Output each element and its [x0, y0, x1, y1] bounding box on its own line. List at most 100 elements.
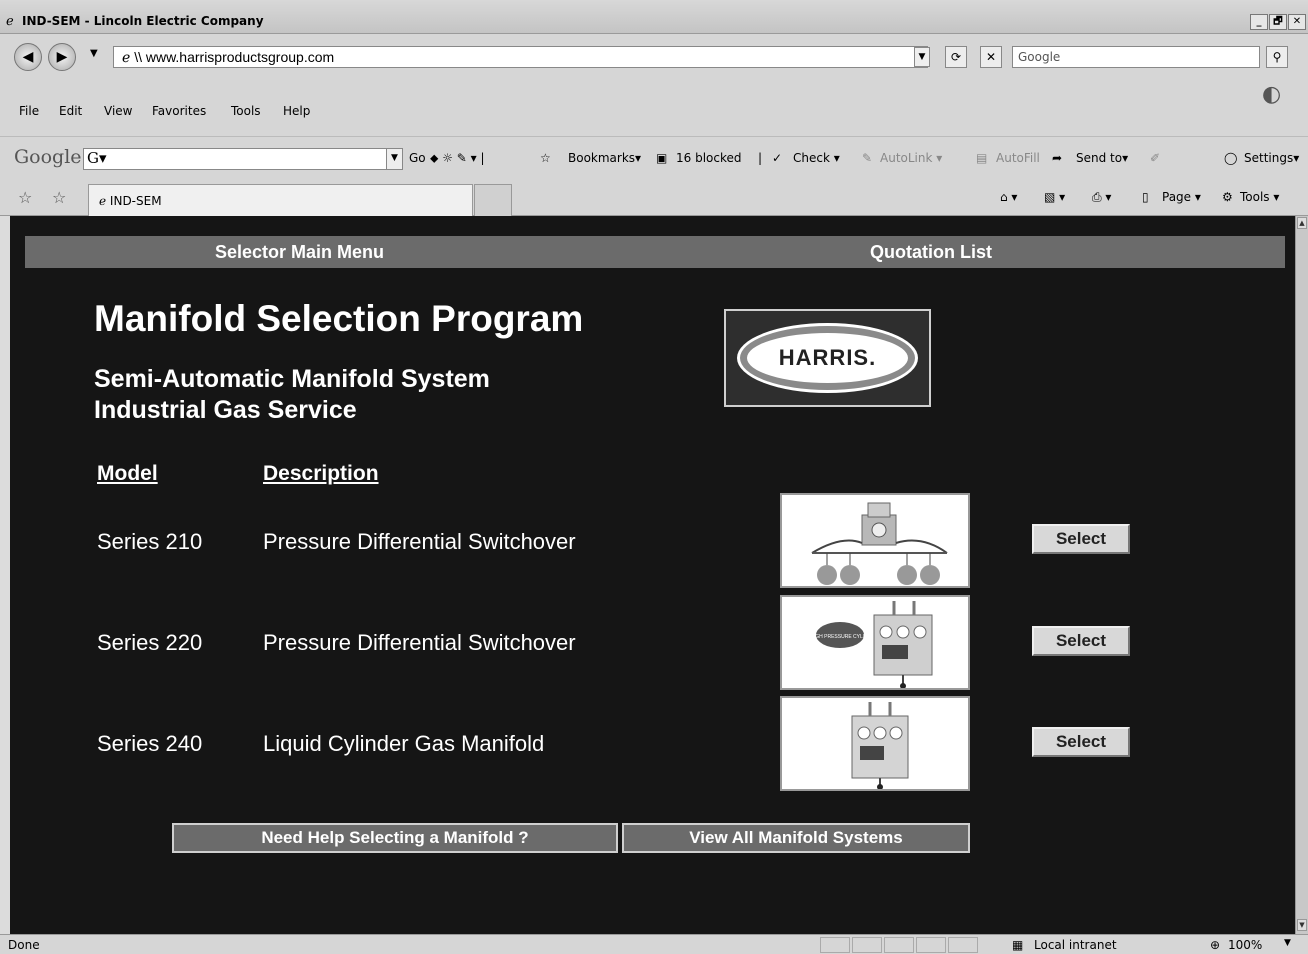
title-bar: ℯ IND-SEM - Lincoln Electric Company _ 🗗… [0, 0, 1308, 34]
series-220-drawing: FOR HIGH PRESSURE CYLINDERS [798, 601, 933, 688]
popup-blocker-icon: ▣ [656, 151, 668, 165]
translate-icon[interactable]: ◐ [1262, 82, 1281, 107]
favorites-star-icon[interactable]: ☆ [18, 188, 32, 207]
url-text: \\ www.harrisproductsgroup.com [134, 49, 335, 65]
google-toolbar: Google G▾ ▼ Go ⬥ ☼ ✎ ▾ | ☆ Bookmarks▾ ▣ … [0, 136, 1308, 180]
status-bar: Done ▦ Local intranet ⊕ 100% ▼ [0, 934, 1308, 954]
settings-icon: ◯ [1224, 151, 1238, 165]
menu-help[interactable]: Help [283, 104, 310, 118]
row-3-model: Series 240 [97, 731, 203, 756]
selector-main-menu-link[interactable]: Selector Main Menu [215, 242, 384, 263]
page-menu[interactable]: Page ▾ [1162, 190, 1201, 204]
address-bar: ◀ ▶ ▼ ℯ \\ www.harrisproductsgroup.com ▼… [0, 34, 1308, 78]
series-220-thumb-label: FOR HIGH PRESSURE CYLINDERS [798, 634, 882, 640]
column-header-model: Model [97, 462, 158, 485]
stop-icon[interactable]: ✕ [980, 46, 1002, 68]
page-title: Manifold Selection Program [94, 298, 584, 339]
view-all-manifolds-button[interactable]: View All Manifold Systems [622, 823, 970, 853]
google-search-dropdown-icon[interactable]: ▼ [386, 149, 402, 169]
tab-page-icon: ℯ [99, 194, 110, 208]
feeds-icon[interactable]: ▧ ▾ [1044, 190, 1065, 204]
select-button-series-220[interactable]: Select [1032, 626, 1130, 656]
google-search-prefix: G▾ [87, 149, 107, 167]
menu-tools[interactable]: Tools [231, 104, 261, 118]
history-dropdown-icon[interactable]: ▼ [90, 48, 98, 59]
quotation-list-link[interactable]: Quotation List [870, 242, 992, 263]
series-210-image [780, 493, 970, 588]
autofill-button[interactable]: AutoFill [996, 151, 1040, 165]
zoom-dropdown-icon[interactable]: ▼ [1284, 938, 1291, 948]
forward-button[interactable]: ▶ [48, 43, 76, 71]
status-text: Done [8, 938, 40, 952]
pencil-icon[interactable]: ✐ [1150, 151, 1160, 165]
popup-blocked-count[interactable]: 16 blocked [676, 151, 742, 165]
menu-bar: File Edit View Favorites Tools Help ◐ [0, 78, 1308, 136]
page-subtitle: Semi-Automatic Manifold System Industria… [94, 364, 490, 426]
column-header-description: Description [263, 462, 379, 485]
harris-logo: HARRIS. [724, 309, 931, 407]
home-icon[interactable]: ⌂ ▾ [1000, 190, 1017, 204]
tools-gear-icon: ⚙ [1222, 190, 1233, 204]
select-button-series-240[interactable]: Select [1032, 727, 1130, 757]
autofill-icon: ▤ [976, 151, 988, 165]
status-segment [884, 937, 914, 953]
autolink-icon: ✎ [862, 151, 873, 165]
google-go-button[interactable]: Go [409, 151, 426, 165]
page-icon: ▯ [1142, 190, 1149, 204]
window-title: IND-SEM - Lincoln Electric Company [22, 14, 264, 28]
series-220-image: FOR HIGH PRESSURE CYLINDERS [780, 595, 970, 690]
row-2-model: Series 220 [97, 630, 203, 655]
harris-logo-text: HARRIS. [778, 345, 877, 370]
scroll-down-icon[interactable]: ▼ [1297, 919, 1307, 931]
zoom-icon: ⊕ [1210, 938, 1221, 952]
bookmark-star-icon: ☆ [540, 151, 551, 165]
tools-menu[interactable]: Tools ▾ [1240, 190, 1279, 204]
zoom-level[interactable]: 100% [1228, 938, 1262, 952]
tab-ind-sem[interactable]: ℯ IND-SEM [88, 184, 473, 216]
row-2-description: Pressure Differential Switchover [263, 630, 576, 655]
top-nav-bar: Selector Main Menu Quotation List [25, 236, 1285, 268]
url-dropdown-icon[interactable]: ▼ [914, 47, 930, 67]
close-button[interactable]: ✕ [1288, 14, 1306, 30]
series-240-drawing [851, 702, 909, 789]
spellcheck-icon: ✓ [772, 151, 783, 165]
google-search-input[interactable]: G▾ [83, 148, 403, 170]
status-segment [820, 937, 850, 953]
autolink-button[interactable]: AutoLink ▾ [880, 151, 942, 165]
vertical-scrollbar[interactable]: ▲ ▼ [1295, 216, 1308, 934]
google-logo: Google [14, 146, 82, 168]
scroll-up-icon[interactable]: ▲ [1297, 217, 1307, 229]
print-icon[interactable]: ⎙ ▾ [1092, 190, 1111, 205]
menu-favorites[interactable]: Favorites [152, 104, 206, 118]
intranet-icon: ▦ [1012, 938, 1024, 952]
minimize-button[interactable]: _ [1250, 14, 1268, 30]
page-content: Selector Main Menu Quotation List Manifo… [10, 216, 1295, 934]
subtitle-line-2: Industrial Gas Service [94, 396, 357, 424]
search-icon[interactable]: ⚲ [1266, 46, 1288, 68]
back-button[interactable]: ◀ [14, 43, 42, 71]
subtitle-line-1: Semi-Automatic Manifold System [94, 365, 490, 393]
maximize-button[interactable]: 🗗 [1269, 14, 1287, 30]
bookmarks-button[interactable]: Bookmarks▾ [568, 151, 641, 165]
menu-edit[interactable]: Edit [59, 104, 82, 118]
menu-file[interactable]: File [19, 104, 39, 118]
need-help-button[interactable]: Need Help Selecting a Manifold ? [172, 823, 618, 853]
new-tab-button[interactable] [474, 184, 512, 216]
window-controls: _ 🗗 ✕ [1250, 14, 1306, 30]
select-button-series-210[interactable]: Select [1032, 524, 1130, 554]
add-favorites-icon[interactable]: ☆ [52, 188, 66, 207]
divider: | [758, 151, 763, 165]
url-input[interactable]: ℯ \\ www.harrisproductsgroup.com [113, 46, 928, 68]
ie-page-icon: ℯ [122, 49, 135, 65]
search-input[interactable]: Google [1012, 46, 1260, 68]
row-1-description: Pressure Differential Switchover [263, 529, 576, 554]
settings-button[interactable]: Settings▾ [1244, 151, 1299, 165]
menu-view[interactable]: View [104, 104, 132, 118]
toolbar-icons[interactable]: ⬥ ☼ ✎ ▾ | [430, 151, 485, 166]
check-button[interactable]: Check ▾ [793, 151, 840, 165]
refresh-icon[interactable]: ⟳ [945, 46, 967, 68]
harris-logo-oval: HARRIS. [740, 326, 915, 390]
send-to-button[interactable]: Send to▾ [1076, 151, 1128, 165]
send-to-icon: ➦ [1052, 151, 1063, 165]
tab-label: IND-SEM [109, 194, 162, 208]
